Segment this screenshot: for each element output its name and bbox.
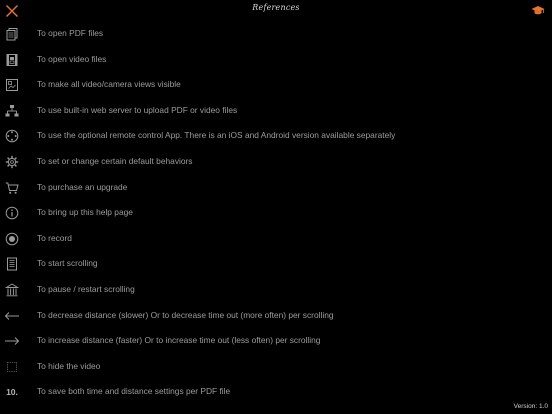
list-item-label: To save both time and distance settings … [37, 386, 231, 397]
list-item-label: To open video files [37, 53, 107, 64]
graduation-cap-button[interactable] [531, 5, 545, 16]
list-item-label: To open PDF files [37, 28, 104, 38]
web-server-icon [4, 103, 20, 119]
camera-views-icon [4, 77, 20, 93]
start-scroll-icon [4, 256, 20, 272]
video-files-icon [4, 52, 20, 68]
list-item-save-settings: 10. To save both time and distance setti… [0, 379, 552, 405]
version-label: Version: 1.0 [513, 403, 548, 410]
list-item-label: To purchase an upgrade [37, 181, 128, 192]
list-item-label: To increase distance (faster) Or to incr… [37, 335, 321, 346]
list-item-help: To bring up this help page [0, 200, 552, 226]
list-item-label: To hide the video [37, 360, 101, 371]
list-item-label: To use the optional remote control App. … [37, 130, 396, 141]
list-item-camera-views: To make all video/camera views visible [0, 72, 552, 98]
list-item-open-pdf: To open PDF files [0, 21, 552, 47]
hide-video-icon [4, 359, 20, 375]
list-item-settings: To set or change certain default behavio… [0, 149, 552, 175]
list-item-label: To record [37, 232, 72, 243]
cart-icon [4, 180, 20, 196]
arrow-right-icon [4, 333, 20, 349]
list-item-decrease: To decrease distance (slower) Or to decr… [0, 303, 552, 329]
list-item-label: To use built-in web server to upload PDF… [37, 104, 238, 115]
list-item-remote-control: To use the optional remote control App. … [0, 123, 552, 149]
record-icon [4, 231, 20, 247]
list-item-record: To record [0, 226, 552, 252]
list-item-label: To make all video/camera views visible [37, 79, 181, 90]
list-item-web-server: To use built-in web server to upload PDF… [0, 98, 552, 124]
pause-scroll-icon [4, 282, 20, 298]
top-bar: References [0, 0, 552, 22]
list-item-open-video: To open video files [0, 47, 552, 73]
list-item-label: To decrease distance (slower) Or to decr… [37, 309, 334, 320]
list-item-purchase: To purchase an upgrade [0, 175, 552, 201]
arrow-left-icon [4, 308, 20, 324]
graduation-cap-icon[interactable] [531, 5, 545, 16]
list-item-start-scroll: To start scrolling [0, 251, 552, 277]
page-title: References [252, 3, 300, 12]
pdf-files-icon [4, 26, 20, 42]
reference-list: To open PDF files To open video files To… [0, 21, 552, 405]
remote-control-icon [4, 128, 20, 144]
list-item-label: To start scrolling [37, 258, 98, 269]
list-item-pause-scroll: To pause / restart scrolling [0, 277, 552, 303]
list-item-label: To set or change certain default behavio… [37, 155, 193, 166]
number-icon: 10. [6, 387, 18, 398]
gear-icon [4, 154, 20, 170]
list-item-label: To bring up this help page [37, 207, 133, 218]
info-icon [4, 205, 20, 221]
list-item-increase: To increase distance (faster) Or to incr… [0, 328, 552, 354]
list-item-hide-video: To hide the video [0, 354, 552, 380]
list-item-label: To pause / restart scrolling [37, 283, 135, 294]
